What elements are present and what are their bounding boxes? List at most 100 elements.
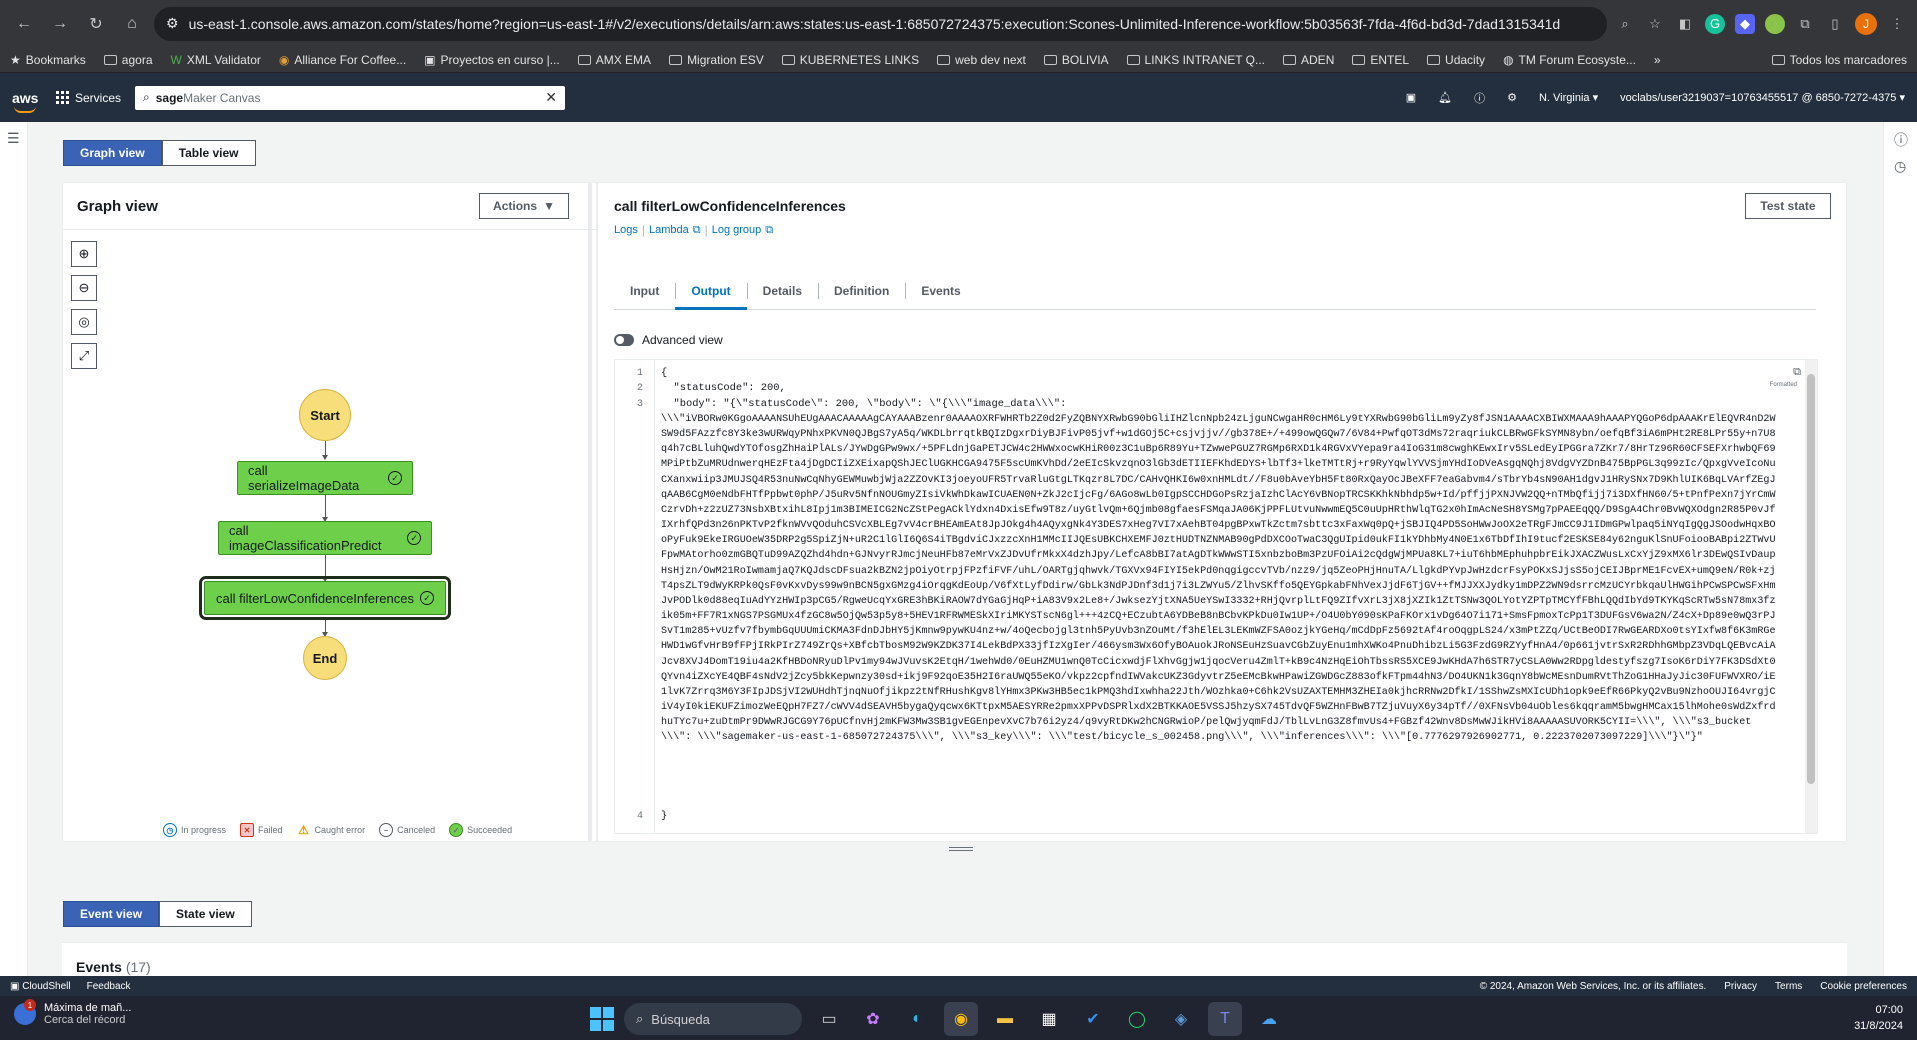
bookmark-item[interactable]: ▣ Proyectos en curso |... <box>424 53 560 67</box>
bookmark-item[interactable]: AMX EMA <box>577 53 651 67</box>
end-node[interactable]: End <box>303 636 347 680</box>
aws-search-input[interactable]: ⌕ sage Maker Canvas ✕ <box>135 85 566 110</box>
all-bookmarks[interactable]: Todos los marcadores <box>1771 53 1907 67</box>
reload-icon[interactable]: ↻ <box>82 10 110 38</box>
clear-search-icon[interactable]: ✕ <box>545 89 557 106</box>
taskbar-search[interactable]: ⌕ Búsqueda <box>624 1003 802 1035</box>
divider <box>63 229 598 230</box>
file-explorer-icon[interactable]: ▬ <box>988 1002 1022 1036</box>
bookmark-item[interactable]: LINKS INTRANET Q... <box>1126 53 1265 67</box>
feedback-link[interactable]: Feedback <box>87 981 131 992</box>
graph-view-button[interactable]: Graph view <box>63 140 162 166</box>
services-menu[interactable]: Services <box>56 91 121 105</box>
bookmark-item[interactable]: agora <box>103 53 153 67</box>
graph-panel-title: Graph view <box>77 198 158 215</box>
lambda-link[interactable]: Lambda <box>649 224 689 236</box>
extension-icon[interactable]: ◧ <box>1675 14 1695 34</box>
state-view-button[interactable]: State view <box>159 901 252 927</box>
account-menu[interactable]: voclabs/user3219037=10763455517 @ 6850-7… <box>1620 91 1905 104</box>
copyright-text: © 2024, Amazon Web Services, Inc. or its… <box>1479 980 1707 992</box>
clock-icon[interactable]: ◷ <box>1894 158 1906 175</box>
privacy-link[interactable]: Privacy <box>1724 981 1757 992</box>
tab-definition[interactable]: Definition <box>818 273 905 309</box>
windows-start-icon[interactable] <box>590 1007 614 1031</box>
serialize-image-data-node[interactable]: call serializeImageData ✓ <box>237 461 413 495</box>
filter-low-confidence-inferences-node[interactable]: call filterLowConfidenceInferences ✓ <box>199 576 451 620</box>
edge-icon[interactable]: ◐ <box>900 1002 934 1036</box>
bookmark-item[interactable]: BOLIVIA <box>1043 53 1109 67</box>
more-bookmarks-button[interactable]: » <box>1654 53 1661 67</box>
back-icon[interactable]: ← <box>10 10 38 38</box>
store-icon[interactable]: ▦ <box>1032 1002 1066 1036</box>
table-view-button[interactable]: Table view <box>161 140 256 166</box>
circle-extension-icon[interactable] <box>1765 13 1785 34</box>
bookmark-item[interactable]: Migration ESV <box>669 53 764 67</box>
aws-logo[interactable]: aws <box>12 90 42 113</box>
profile-avatar[interactable]: J <box>1855 12 1877 35</box>
zoom-out-button[interactable]: ⊖ <box>71 275 97 301</box>
bookmark-item[interactable]: ◍ TM Forum Ecosyste... <box>1503 53 1636 67</box>
address-bar[interactable]: ⚙ us-east-1.console.aws.amazon.com/state… <box>154 6 1607 41</box>
menu-kebab-icon[interactable]: ⋮ <box>1887 14 1907 34</box>
bookmark-item[interactable]: web dev next <box>937 53 1026 67</box>
bookmark-item[interactable]: ★ Bookmarks <box>10 53 86 67</box>
task-view-icon[interactable]: ▭ <box>812 1002 846 1036</box>
toggle-switch[interactable] <box>614 334 634 346</box>
chrome-icon[interactable]: ◉ <box>944 1002 978 1036</box>
bookmark-item[interactable]: ADEN <box>1283 53 1334 67</box>
clock[interactable]: 07:00 31/8/2024 <box>1854 1002 1903 1034</box>
event-view-button[interactable]: Event view <box>63 901 160 927</box>
home-icon[interactable]: ⌂ <box>118 10 146 38</box>
test-state-button[interactable]: Test state <box>1745 193 1831 219</box>
bell-icon[interactable]: 🔔︎ <box>1438 91 1452 104</box>
star-icon[interactable]: ☆ <box>1645 14 1665 34</box>
webex-icon[interactable]: ◈ <box>1164 1002 1198 1036</box>
bookmark-item[interactable]: KUBERNETES LINKS <box>781 53 919 67</box>
folder-icon <box>1126 54 1140 65</box>
code-scrollbar[interactable] <box>1805 360 1817 833</box>
cloudshell-icon[interactable]: ▣ <box>1406 91 1416 104</box>
tab-details[interactable]: Details <box>746 273 818 309</box>
cloud-app-icon[interactable]: ☁ <box>1252 1002 1286 1036</box>
zoom-in-button[interactable]: ⊕ <box>71 241 97 267</box>
bookmark-item[interactable]: ◉ Alliance For Coffee... <box>279 53 406 67</box>
output-code-viewer[interactable]: 1 2 3 4 ⧉ Formatted { "statusCode": 200,… <box>614 359 1818 834</box>
copilot-icon[interactable]: ✿ <box>856 1002 890 1036</box>
image-classification-predict-node[interactable]: call imageClassificationPredict ✓ <box>218 521 432 555</box>
hamburger-menu-icon[interactable]: ☰ <box>7 130 20 147</box>
start-node[interactable]: Start <box>299 389 351 441</box>
shield-extension-icon[interactable]: ◆ <box>1735 13 1755 34</box>
sidebar-icon[interactable]: ▯ <box>1825 14 1845 34</box>
bookmark-item[interactable]: Udacity <box>1427 53 1485 67</box>
bookmark-item[interactable]: W XML Validator <box>171 53 261 67</box>
tab-events[interactable]: Events <box>905 273 976 309</box>
resize-handle[interactable] <box>949 847 973 851</box>
info-icon[interactable]: ⓘ <box>1894 130 1908 150</box>
logs-link[interactable]: Logs <box>614 224 638 236</box>
settings-gear-icon[interactable]: ⚙ <box>1507 91 1517 104</box>
weather-widget[interactable]: 1 Máxima de mañ... Cerca del récord <box>14 999 131 1026</box>
terms-link[interactable]: Terms <box>1775 981 1802 992</box>
scrollbar-thumb[interactable] <box>1807 374 1815 784</box>
advanced-view-toggle[interactable]: Advanced view <box>614 333 723 347</box>
forward-icon[interactable]: → <box>46 10 74 38</box>
todo-icon[interactable]: ✔ <box>1076 1002 1110 1036</box>
actions-dropdown-button[interactable]: Actions ▼ <box>479 193 569 219</box>
log-group-link[interactable]: Log group <box>712 224 762 236</box>
tab-output[interactable]: Output <box>675 273 747 310</box>
help-icon[interactable]: ⓘ <box>1474 90 1485 106</box>
panel-splitter[interactable] <box>588 182 592 842</box>
grammarly-icon[interactable]: G <box>1705 13 1725 34</box>
region-selector[interactable]: N. Virginia ▾ <box>1539 91 1598 104</box>
whatsapp-icon[interactable]: ◯ <box>1120 1002 1154 1036</box>
tab-input[interactable]: Input <box>614 273 675 309</box>
site-info-icon[interactable]: ⚙ <box>166 15 179 32</box>
puzzle-icon[interactable]: ⧉ <box>1795 14 1815 34</box>
fullscreen-button[interactable]: ⤢ <box>71 343 97 369</box>
cloudshell-button[interactable]: ▣ CloudShell <box>10 981 71 992</box>
zoom-icon[interactable]: ⌕ <box>1615 14 1635 34</box>
teams-icon[interactable]: T <box>1208 1002 1242 1036</box>
center-graph-button[interactable]: ◎ <box>71 309 97 335</box>
cookie-preferences-link[interactable]: Cookie preferences <box>1820 981 1907 992</box>
bookmark-item[interactable]: ENTEL <box>1352 53 1409 67</box>
